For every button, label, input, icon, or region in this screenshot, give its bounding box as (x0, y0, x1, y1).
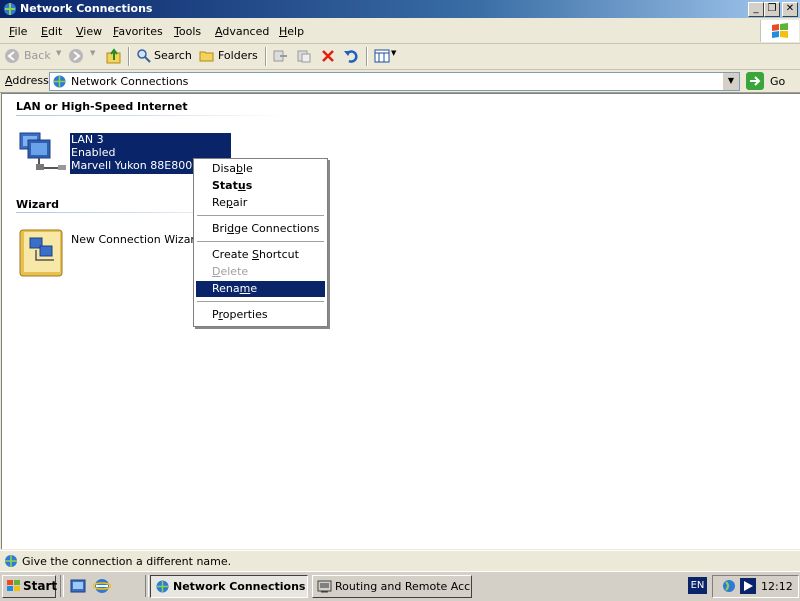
start-button[interactable]: Start (2, 575, 57, 598)
restore-button[interactable]: ❐ (764, 2, 780, 17)
task-routing-remote-access[interactable]: Routing and Remote Acc... (312, 575, 472, 598)
address-label: Address (5, 74, 49, 87)
internet-explorer-icon[interactable] (93, 577, 111, 595)
forward-dropdown-icon[interactable]: ▼ (90, 49, 95, 57)
network-connections-icon (4, 3, 16, 15)
forward-arrow-icon (69, 49, 83, 63)
toolbar-separator (366, 47, 368, 66)
language-indicator[interactable]: EN (688, 577, 707, 594)
ctx-rename[interactable]: Rename (196, 281, 325, 297)
move-to-icon[interactable] (272, 48, 288, 64)
toolbar-separator (128, 47, 130, 66)
go-arrow-icon (746, 72, 764, 90)
ctx-status[interactable]: Status (196, 178, 325, 194)
address-input[interactable]: Network Connections ▼ (49, 72, 740, 91)
show-desktop-icon[interactable] (69, 577, 87, 595)
network-tray-icon[interactable] (721, 578, 737, 594)
copy-to-icon[interactable] (296, 48, 312, 64)
title-bar[interactable]: Network Connections _ ❐ ✕ (0, 0, 800, 18)
taskbar: Start Network Connections Routing and Re… (0, 571, 800, 601)
ctx-create-shortcut[interactable]: Create Shortcut (196, 247, 325, 263)
menu-advanced[interactable]: Advanced (215, 25, 269, 38)
menu-favorites[interactable]: Favorites (113, 25, 163, 38)
toolbar: Back ▼ ▼ Search Folders ▼ (0, 44, 800, 70)
window-title: Network Connections (20, 2, 153, 15)
taskbar-separator (145, 575, 149, 597)
new-connection-wizard-label[interactable]: New Connection Wizard (71, 233, 202, 246)
status-text: Give the connection a different name. (22, 555, 232, 568)
network-status-icon (5, 555, 17, 567)
views-button[interactable]: ▼ (374, 48, 398, 64)
ctx-bridge-connections[interactable]: Bridge Connections (196, 221, 325, 237)
group-header-lan: LAN or High-Speed Internet (16, 100, 188, 113)
menu-tools[interactable]: Tools (174, 25, 201, 38)
context-menu: Disable Status Repair Bridge Connections… (193, 158, 328, 327)
toolbar-separator (265, 47, 267, 66)
close-button[interactable]: ✕ (782, 2, 798, 17)
ctx-disable[interactable]: Disable (196, 161, 325, 177)
network-globe-icon (53, 75, 66, 88)
task-network-connections[interactable]: Network Connections (150, 575, 308, 598)
content-pane: LAN or High-Speed Internet LAN 3 Enabled… (1, 93, 800, 549)
system-tray: 12:12 (712, 575, 799, 598)
folders-icon (199, 51, 214, 62)
back-arrow-icon (5, 49, 19, 63)
menu-help[interactable]: Help (279, 25, 304, 38)
quicklaunch-separator (60, 575, 64, 597)
lan-connection-icon[interactable] (16, 130, 68, 176)
lan-connection-name: LAN 3 (71, 133, 104, 146)
ctx-separator (197, 215, 324, 216)
delete-icon[interactable] (320, 48, 336, 64)
back-dropdown-icon[interactable]: ▼ (56, 49, 61, 57)
go-button[interactable]: Go (746, 72, 796, 90)
windows-flag-icon (7, 580, 20, 591)
ctx-separator (197, 241, 324, 242)
menu-edit[interactable]: Edit (41, 25, 62, 38)
ctx-delete[interactable]: Delete (196, 264, 325, 280)
ctx-properties[interactable]: Properties (196, 307, 325, 323)
windows-logo-icon (760, 20, 799, 42)
ctx-separator (197, 301, 324, 302)
address-bar: Address Network Connections ▼ Go (0, 70, 800, 93)
minimize-button[interactable]: _ (748, 2, 764, 17)
views-dropdown-icon[interactable]: ▼ (391, 49, 396, 57)
forward-button[interactable]: ▼ (68, 48, 102, 64)
menu-file[interactable]: File (9, 25, 27, 38)
clock[interactable]: 12:12 (761, 580, 793, 593)
ctx-repair[interactable]: Repair (196, 195, 325, 211)
status-bar: Give the connection a different name. (0, 550, 800, 572)
up-folder-icon[interactable] (106, 48, 122, 64)
views-icon (374, 49, 390, 63)
group-divider (16, 115, 286, 116)
menu-bar: File Edit View Favorites Tools Advanced … (0, 19, 800, 44)
search-button[interactable]: Search (136, 48, 192, 64)
address-dropdown-icon[interactable]: ▼ (722, 73, 739, 90)
back-button[interactable]: Back ▼ (4, 48, 66, 64)
media-play-icon[interactable] (740, 578, 756, 594)
search-icon (137, 49, 151, 63)
menu-view[interactable]: View (76, 25, 102, 38)
folders-button[interactable]: Folders (199, 48, 259, 64)
group-header-wizard: Wizard (16, 198, 60, 211)
network-connections-task-icon (156, 580, 169, 593)
new-connection-wizard-icon[interactable] (18, 228, 66, 278)
undo-icon[interactable] (343, 48, 359, 64)
routing-remote-access-icon (317, 580, 332, 593)
